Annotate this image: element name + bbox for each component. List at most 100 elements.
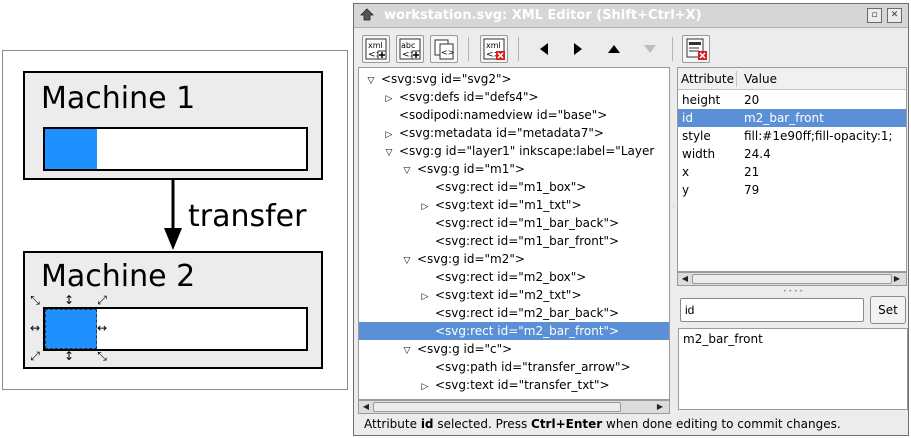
expander-closed-icon[interactable]: ▷ (419, 378, 431, 396)
tree-node-label: <svg:defs id="defs4"> (399, 90, 539, 104)
m2-bar-front[interactable] (45, 309, 97, 349)
attribute-row[interactable]: x 21 (678, 163, 906, 181)
tree-node[interactable]: <svg:path id="transfer_arrow"> (359, 358, 669, 376)
tree-node[interactable]: <svg:rect id="m1_box"> (359, 178, 669, 196)
indent-node-button[interactable] (564, 35, 592, 63)
scroll-right-icon[interactable]: ▶ (655, 402, 665, 412)
resize-handle-w-icon[interactable]: ↔ (29, 322, 41, 334)
status-text-pre: Attribute (364, 417, 421, 431)
tree-node[interactable]: <sodipodi:namedview id="base"> (359, 106, 669, 124)
tree-node[interactable]: ▽ <svg:svg id="svg2"> (359, 70, 669, 88)
attribute-value: m2_bar_front (744, 111, 824, 125)
attribute-name-input[interactable] (680, 298, 864, 322)
resize-handle-n-icon[interactable]: ↕ (63, 294, 75, 306)
scroll-left-icon[interactable]: ◀ (680, 274, 690, 284)
titlebar[interactable]: workstation.svg: XML Editor (Shift+Ctrl+… (354, 4, 908, 28)
tree-horizontal-scrollbar[interactable]: ◀ ▶ (358, 400, 670, 414)
tree-node[interactable]: ▷ <svg:defs id="defs4"> (359, 88, 669, 106)
attribute-column-header[interactable]: Attribute (681, 68, 734, 90)
pane-grip-icon: ⋮ (671, 202, 677, 209)
tree-node[interactable]: <svg:rect id="m2_box"> (359, 268, 669, 286)
close-icon[interactable]: ✕ (887, 8, 902, 23)
delete-node-button[interactable]: xml <> (480, 35, 508, 63)
tree-node-label: <svg:g id="m2"> (417, 252, 525, 266)
attribute-row[interactable]: height 20 (678, 91, 906, 109)
scroll-left-icon[interactable]: ◀ (361, 402, 371, 412)
m1-bar-back[interactable] (43, 127, 308, 171)
resize-handle-e-icon[interactable]: ↔ (96, 322, 108, 334)
tree-pane-grip[interactable]: ⋮ (670, 67, 677, 400)
unindent-node-button[interactable] (530, 35, 558, 63)
status-bar: Attribute id selected. Press Ctrl+Enter … (354, 414, 908, 435)
resize-handle-sw-icon[interactable]: ⤢ (29, 350, 41, 362)
attribute-value: 79 (744, 183, 760, 197)
tree-node[interactable]: <svg:rect id="m2_bar_back"> (359, 304, 669, 322)
attribute-value: 24.4 (744, 147, 771, 161)
transfer-arrow[interactable] (161, 180, 185, 252)
attribute-row[interactable]: id m2_bar_front (678, 109, 906, 127)
transfer-label[interactable]: transfer (188, 199, 306, 234)
toolbar-separator (518, 37, 519, 61)
tree-node-label: <svg:rect id="m2_box"> (435, 270, 587, 284)
svg-text:⋮: ⋮ (671, 202, 676, 209)
m1-bar-front[interactable] (45, 129, 97, 169)
tree-node[interactable]: ▽ <svg:g id="m1"> (359, 160, 669, 178)
tree-node[interactable]: ▽ <svg:g id="m2"> (359, 250, 669, 268)
attribute-value: 21 (744, 165, 760, 179)
value-column-header[interactable]: Value (744, 68, 777, 90)
m1-box[interactable]: Machine 1 (23, 71, 323, 180)
attribute-row[interactable]: y 79 (678, 181, 906, 199)
tree-node[interactable]: ▽ <svg:g id="layer1" inkscape:label="Laye… (359, 142, 669, 160)
tree-node[interactable]: <svg:rect id="m2_bar_front"> (359, 322, 669, 340)
attribute-table[interactable]: Attribute Value height 20 id m2_bar_front st… (677, 67, 907, 272)
tree-node[interactable]: ▽ <svg:g id="c"> (359, 340, 669, 358)
lower-node-button[interactable] (636, 35, 664, 63)
tree-node-label: <svg:g id="layer1" inkscape:label="Layer (399, 144, 655, 158)
duplicate-node-icon: <> (434, 39, 454, 60)
xml-editor-window: workstation.svg: XML Editor (Shift+Ctrl+… (353, 3, 909, 436)
new-text-node-button[interactable]: abc <> (396, 35, 424, 63)
resize-handle-nw-icon[interactable]: ⤡ (29, 294, 41, 306)
tree-node-label: <svg:path id="transfer_arrow"> (435, 360, 631, 374)
tree-node[interactable]: ▷ <svg:text id="m2_txt"> (359, 286, 669, 304)
attribute-row[interactable]: style fill:#1e90ff;fill-opacity:1; (678, 127, 906, 145)
scroll-thumb[interactable] (373, 402, 621, 412)
attribute-row[interactable]: width 24.4 (678, 145, 906, 163)
attribute-name: x (682, 165, 690, 179)
status-key-hint: Ctrl+Enter (531, 417, 603, 431)
svg-text:<>: <> (441, 48, 454, 57)
tree-node-label: <svg:text id="m1_txt"> (435, 198, 582, 212)
raise-node-button[interactable] (600, 35, 628, 63)
attribute-name: height (682, 93, 721, 107)
set-attribute-button[interactable]: Set (870, 296, 906, 324)
status-attr-name: id (420, 417, 434, 431)
resize-handle-ne-icon[interactable]: ⤢ (96, 294, 108, 306)
attribute-horizontal-scrollbar[interactable]: ◀ ▶ (677, 272, 907, 286)
attribute-value: fill:#1e90ff;fill-opacity:1; (744, 129, 893, 143)
attribute-pane-grip-icon[interactable]: • • • • (781, 288, 805, 295)
tree-node[interactable]: ▷ <svg:text id="m1_txt"> (359, 196, 669, 214)
document-page: Machine 1 transfer Machine 2 ⤡ ↕ ⤢ ↔ ↔ ⤢… (2, 50, 348, 390)
tree-node[interactable]: ▷ <svg:metadata id="metadata7"> (359, 124, 669, 142)
tree-node[interactable]: <svg:rect id="m1_bar_back"> (359, 214, 669, 232)
m2-bar-back[interactable] (43, 307, 308, 351)
xml-node-tree[interactable]: ▽ <svg:svg id="svg2"> ▷ <svg:defs id="defs4… (358, 67, 670, 400)
attribute-value-textarea[interactable]: m2_bar_front (678, 328, 908, 410)
drawing-canvas[interactable]: Machine 1 transfer Machine 2 ⤡ ↕ ⤢ ↔ ↔ ⤢… (0, 0, 350, 438)
duplicate-node-button[interactable]: <> (430, 35, 458, 63)
restore-icon[interactable]: ▫ (867, 8, 882, 23)
scroll-right-icon[interactable]: ▶ (892, 274, 902, 284)
tree-node-label: <svg:rect id="m1_bar_front"> (435, 234, 620, 248)
delete-attribute-button[interactable] (682, 35, 710, 63)
resize-handle-se-icon[interactable]: ⤡ (96, 350, 108, 362)
resize-handle-s-icon[interactable]: ↕ (63, 350, 75, 362)
tree-node[interactable]: ▷ <svg:text id="transfer_txt"> (359, 376, 669, 394)
tree-node[interactable]: <svg:rect id="m1_bar_front"> (359, 232, 669, 250)
window-title: workstation.svg: XML Editor (Shift+Ctrl+… (384, 8, 702, 23)
new-element-node-button[interactable]: xml <> (362, 35, 390, 63)
toolbar-separator (468, 37, 469, 61)
attribute-name: width (682, 147, 716, 161)
scroll-thumb[interactable] (692, 274, 892, 284)
tree-node-label: <svg:text id="transfer_txt"> (435, 378, 610, 392)
tree-node-label: <svg:text id="m2_txt"> (435, 288, 582, 302)
